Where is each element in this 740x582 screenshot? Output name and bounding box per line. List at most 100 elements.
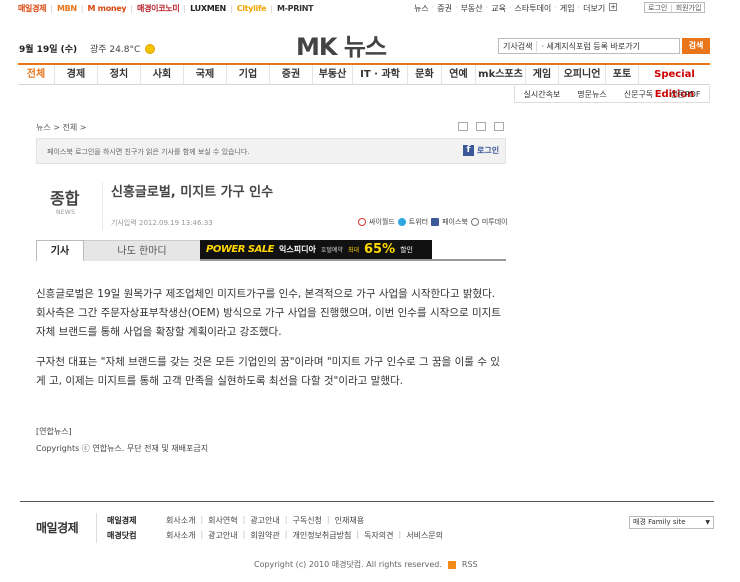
- nav-item[interactable]: 증권: [269, 65, 312, 85]
- top-link[interactable]: 게임: [560, 3, 575, 14]
- ad-banner[interactable]: POWER SALE 익스피디아 호텔예약 최대 65% 할인: [200, 240, 432, 259]
- search-button[interactable]: 검색: [682, 38, 710, 54]
- top-link-sep: ·: [455, 3, 458, 12]
- search-type-select[interactable]: 기사검색: [499, 40, 538, 52]
- footer-link-sep: |: [284, 515, 288, 524]
- top-link[interactable]: 증권: [437, 3, 452, 14]
- article-copyright: Copyrights ⓒ 연합뉴스. 무단 전재 및 재배포금지: [36, 444, 209, 453]
- facebook-share-icon[interactable]: [431, 218, 440, 226]
- me2day-icon[interactable]: [470, 218, 479, 226]
- top-link[interactable]: 더보기: [583, 3, 605, 14]
- top-link[interactable]: 교육: [491, 3, 506, 14]
- sub-nav-item[interactable]: 실시간속보: [523, 89, 560, 100]
- family-site-select[interactable]: 매경 Family site ▼: [629, 516, 714, 529]
- top-link[interactable]: 부동산: [461, 3, 483, 14]
- article-body: 신흥글로벌은 19일 원목가구 제조업체인 미지트가구를 인수, 본격적으로 가…: [36, 285, 502, 402]
- nav-item[interactable]: 오피니언: [558, 65, 605, 85]
- share-twitter[interactable]: 트위터: [409, 217, 428, 227]
- search-input[interactable]: · 세계지식포럼 등록 바로가기: [537, 41, 640, 52]
- facebook-message: 페이스북 로그인을 하시면 친구가 읽은 기사를 함께 보실 수 있습니다.: [47, 148, 250, 156]
- footer-bottom: Copyright (c) 2010 매경닷컴. All rights rese…: [254, 559, 478, 570]
- nav-item[interactable]: 게임: [525, 65, 558, 85]
- footer-link[interactable]: 회사소개: [166, 515, 195, 526]
- nav-item[interactable]: 경제: [54, 65, 97, 85]
- footer-link[interactable]: 회원약관: [250, 530, 279, 541]
- plus-icon[interactable]: +: [609, 3, 618, 11]
- top-link-sep: ·: [485, 3, 489, 12]
- site-logo[interactable]: MK 뉴스: [296, 27, 387, 62]
- nav-item[interactable]: 기업: [226, 65, 269, 85]
- footer-link[interactable]: 회사소개: [166, 530, 195, 541]
- rss-icon[interactable]: [447, 560, 456, 569]
- article-title: 신흥글로벌, 미지트 가구 인수: [111, 185, 274, 200]
- footer-link[interactable]: 독자의견: [364, 530, 393, 541]
- share-facebook[interactable]: 페이스북: [442, 217, 468, 227]
- nav-item[interactable]: 국제: [183, 65, 226, 85]
- brand-link[interactable]: M-PRINT: [277, 4, 314, 13]
- sub-nav: 실시간속보 명문뉴스 신문구독 신문PDF: [514, 86, 710, 103]
- footer-logo: 매일경제: [36, 521, 79, 535]
- sub-nav-item[interactable]: 명문뉴스: [577, 89, 606, 100]
- facebook-login-button[interactable]: f 로그인: [463, 145, 499, 156]
- footer-link[interactable]: 회사연혁: [208, 515, 237, 526]
- brand-link[interactable]: Citylife: [237, 4, 267, 13]
- footer-link[interactable]: 구독신청: [292, 515, 321, 526]
- footer-link-sep: |: [326, 515, 330, 524]
- sub-nav-item[interactable]: 신문구독: [624, 89, 653, 100]
- footer-link[interactable]: 개인정보취급방침: [292, 530, 351, 541]
- top-link-sep: ·: [577, 3, 581, 12]
- nav-item[interactable]: Special Edition: [638, 65, 710, 100]
- tab-comment[interactable]: 나도 한마디: [84, 240, 200, 261]
- print-icon[interactable]: [458, 122, 468, 131]
- rss-link[interactable]: RSS: [462, 560, 478, 569]
- signup-link[interactable]: 회원가입: [676, 3, 702, 13]
- scrap-icon[interactable]: [494, 122, 504, 131]
- nav-item[interactable]: 문화: [407, 65, 441, 85]
- brand-link[interactable]: 매경이코노미: [137, 3, 180, 14]
- nav-item[interactable]: IT · 과학: [352, 65, 407, 85]
- top-link[interactable]: 뉴스: [414, 3, 429, 14]
- family-site-label: 매경 Family site: [633, 518, 686, 526]
- brand-sep: |: [130, 4, 134, 13]
- facebook-login-label: 로그인: [477, 146, 500, 155]
- ad-discount: 할인: [400, 245, 413, 254]
- breadcrumb[interactable]: 뉴스 > 전체 >: [36, 122, 86, 133]
- sub-nav-item[interactable]: 신문PDF: [670, 89, 700, 100]
- main-nav: 전체 경제 정치 사회 국제 기업 증권 부동산 IT · 과학 문화 연예 mk스포츠 게임 오피니언 포…: [18, 63, 710, 100]
- top-link[interactable]: 스타투데이: [514, 3, 551, 14]
- search-box[interactable]: 기사검색 · 세계지식포럼 등록 바로가기: [498, 38, 680, 54]
- nav-item[interactable]: 연예: [441, 65, 475, 85]
- article-source: [연합뉴스]: [36, 427, 72, 436]
- email-icon[interactable]: [476, 122, 486, 131]
- nav-item[interactable]: 부동산: [312, 65, 352, 85]
- nav-item[interactable]: 정치: [97, 65, 140, 85]
- brand-link[interactable]: LUXMEN: [190, 4, 226, 13]
- footer-link[interactable]: 광고안내: [250, 515, 279, 526]
- footer-link-sep: |: [242, 515, 246, 524]
- article-byline: 기사입력 2012.09.19 13:46:33: [111, 219, 213, 227]
- article-tools: [458, 122, 504, 131]
- share-cyworld[interactable]: 싸이월드: [369, 217, 395, 227]
- cyworld-icon[interactable]: [358, 218, 366, 226]
- nav-item[interactable]: 전체: [18, 65, 54, 85]
- brand-link[interactable]: 매일경제: [18, 3, 47, 14]
- brand-link[interactable]: M money: [88, 4, 127, 13]
- divider: [102, 182, 103, 230]
- share-me2day[interactable]: 미투데이: [482, 217, 508, 227]
- facebook-bar: 페이스북 로그인을 하시면 친구가 읽은 기사를 함께 보실 수 있습니다. f…: [36, 138, 506, 164]
- footer-copyright: Copyright (c) 2010 매경닷컴. All rights rese…: [254, 560, 442, 569]
- footer-link[interactable]: 광고안내: [208, 530, 237, 541]
- top-link-sep: ·: [508, 3, 512, 12]
- nav-item[interactable]: 사회: [140, 65, 183, 85]
- login-link[interactable]: 로그인: [648, 3, 667, 13]
- twitter-icon[interactable]: [397, 218, 406, 226]
- brand-sep: |: [270, 4, 273, 13]
- brand-link[interactable]: MBN: [57, 4, 77, 13]
- tab-article[interactable]: 기사: [36, 240, 84, 261]
- footer-link[interactable]: 서비스문의: [406, 530, 443, 541]
- top-bar: 매일경제 | MBN | M money | 매경이코노미 | LUXMEN | Citylife |…: [0, 0, 740, 16]
- footer-link-sep: |: [242, 530, 246, 539]
- nav-item[interactable]: mk스포츠: [475, 65, 525, 85]
- nav-item[interactable]: 포토: [605, 65, 638, 85]
- footer-link[interactable]: 인재채용: [335, 515, 364, 526]
